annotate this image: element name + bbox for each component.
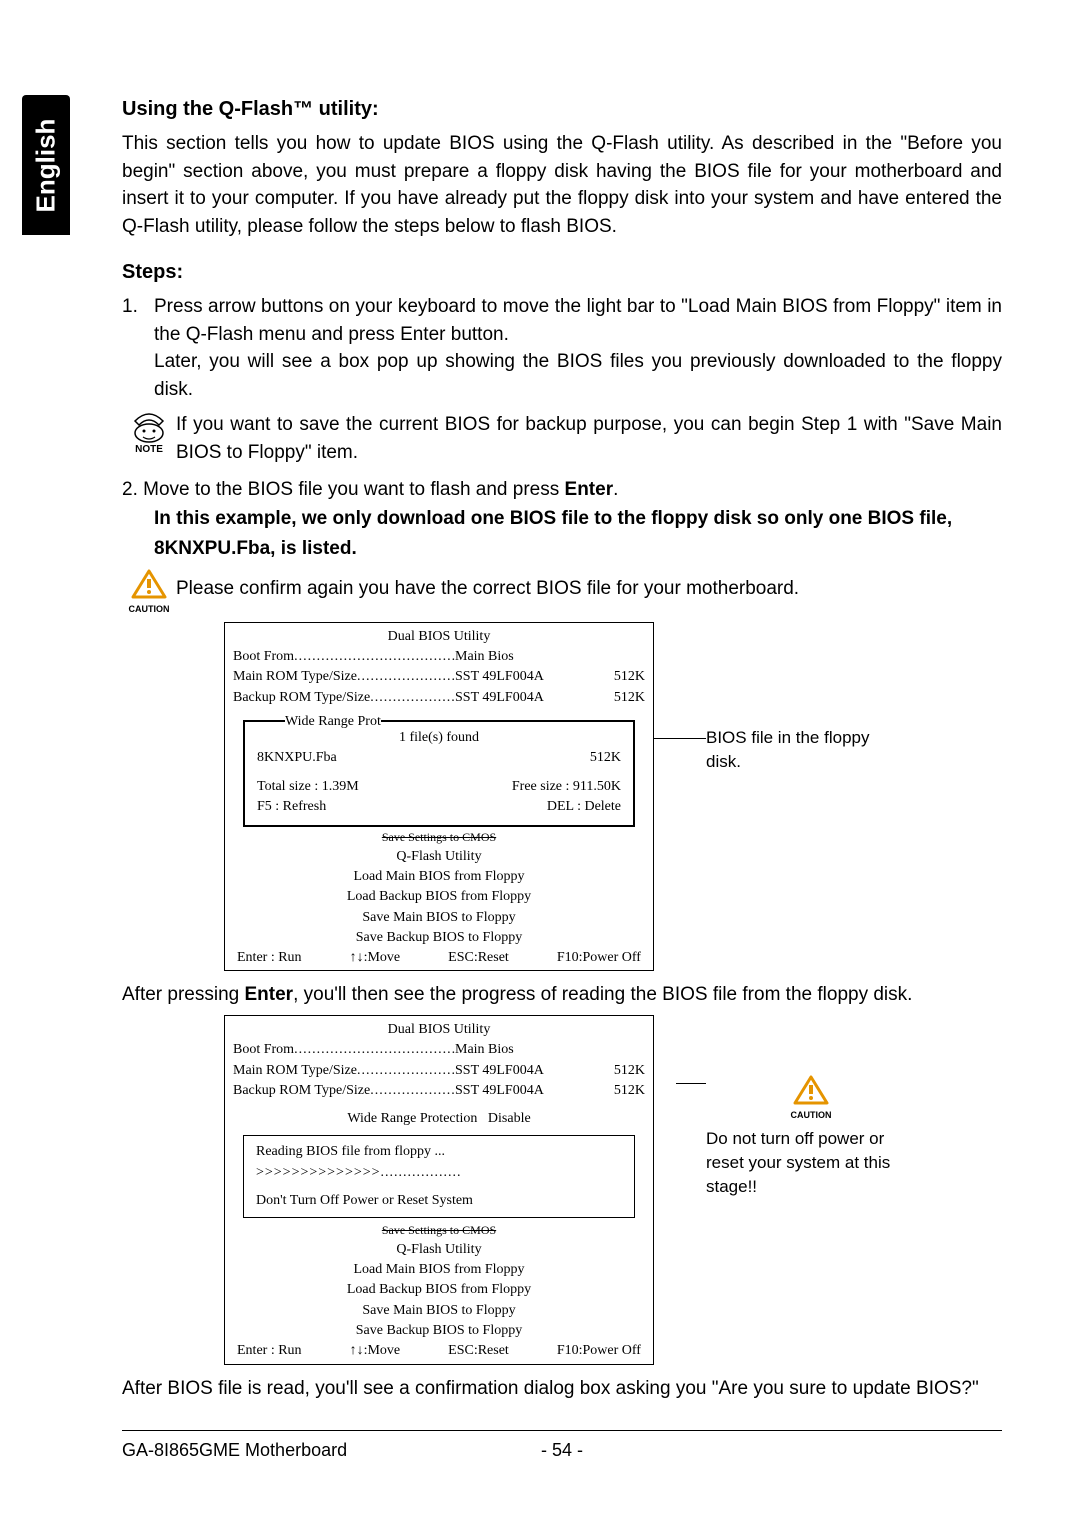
footer-page-number: - 54 - — [541, 1437, 583, 1463]
side-note-2-text: Do not turn off power or reset your syst… — [706, 1127, 906, 1198]
callout-line — [654, 738, 706, 739]
caution-icon: CAUTION — [122, 569, 176, 616]
step-1: 1. Press arrow buttons on your keyboard … — [122, 293, 1002, 403]
progress-box: Reading BIOS file from floppy ... >>>>>>… — [243, 1135, 635, 1218]
bios-screenshot-2: Dual BIOS Utility Boot From.............… — [122, 1015, 1002, 1365]
side-note-1: BIOS file in the floppy disk. — [706, 726, 906, 774]
step-number: 1. — [122, 293, 154, 403]
steps-heading: Steps: — [122, 258, 1002, 287]
progress-bar: >>>>>>>>>>>>>>.................. — [256, 1163, 622, 1183]
warning-text: Don't Turn Off Power or Reset System — [256, 1191, 622, 1211]
language-tab: English — [22, 95, 70, 235]
note-text: If you want to save the current BIOS for… — [176, 411, 1002, 466]
caution-text: Please confirm again you have the correc… — [176, 569, 799, 603]
file-selection-box: Wide Range Prot 1 file(s) found 8KNXPU.F… — [243, 720, 635, 827]
bios-footer-keys: Enter : Run↑↓:MoveESC:ResetF10:Power Off — [233, 948, 645, 968]
bios-screenshot-1: Dual BIOS Utility Boot From.............… — [122, 622, 1002, 972]
footer-separator — [122, 1430, 1002, 1431]
note-icon: NOTE — [122, 411, 176, 458]
after-step-text-2: After BIOS file is read, you'll see a co… — [122, 1375, 1002, 1403]
step2-example: In this example, we only download one BI… — [154, 504, 1002, 565]
note-block: NOTE If you want to save the current BIO… — [122, 411, 1002, 466]
menu-load-backup[interactable]: Load Backup BIOS from Floppy — [233, 887, 645, 907]
caution-icon: CAUTION — [716, 1075, 906, 1121]
side-caution-block: CAUTION Do not turn off power or reset y… — [706, 1075, 906, 1199]
bios-file-row[interactable]: 8KNXPU.Fba512K — [257, 748, 621, 768]
bios-title: Dual BIOS Utility — [233, 627, 645, 647]
menu-load-main[interactable]: Load Main BIOS from Floppy — [233, 867, 645, 887]
footer-model: GA-8I865GME Motherboard — [122, 1437, 347, 1463]
after-step-text-1: After pressing Enter, you'll then see th… — [122, 981, 1002, 1009]
caution-block: CAUTION Please confirm again you have th… — [122, 569, 1002, 616]
section-title: Using the Q-Flash™ utility: — [122, 95, 1002, 124]
step1-text-a: Press arrow buttons on your keyboard to … — [154, 293, 1002, 348]
menu-save-backup[interactable]: Save Backup BIOS to Floppy — [233, 928, 645, 948]
step-2: 2. Move to the BIOS file you want to fla… — [122, 476, 1002, 504]
menu-save-main[interactable]: Save Main BIOS to Floppy — [233, 908, 645, 928]
page-footer: GA-8I865GME Motherboard - 54 - — [122, 1437, 1002, 1463]
intro-paragraph: This section tells you how to update BIO… — [122, 130, 1002, 240]
page-content: Using the Q-Flash™ utility: This section… — [122, 95, 1002, 1463]
reading-status: Reading BIOS file from floppy ... — [256, 1142, 622, 1162]
qflash-menu: Q-Flash Utility Load Main BIOS from Flop… — [233, 847, 645, 948]
step1-text-b: Later, you will see a box pop up showing… — [154, 348, 1002, 403]
